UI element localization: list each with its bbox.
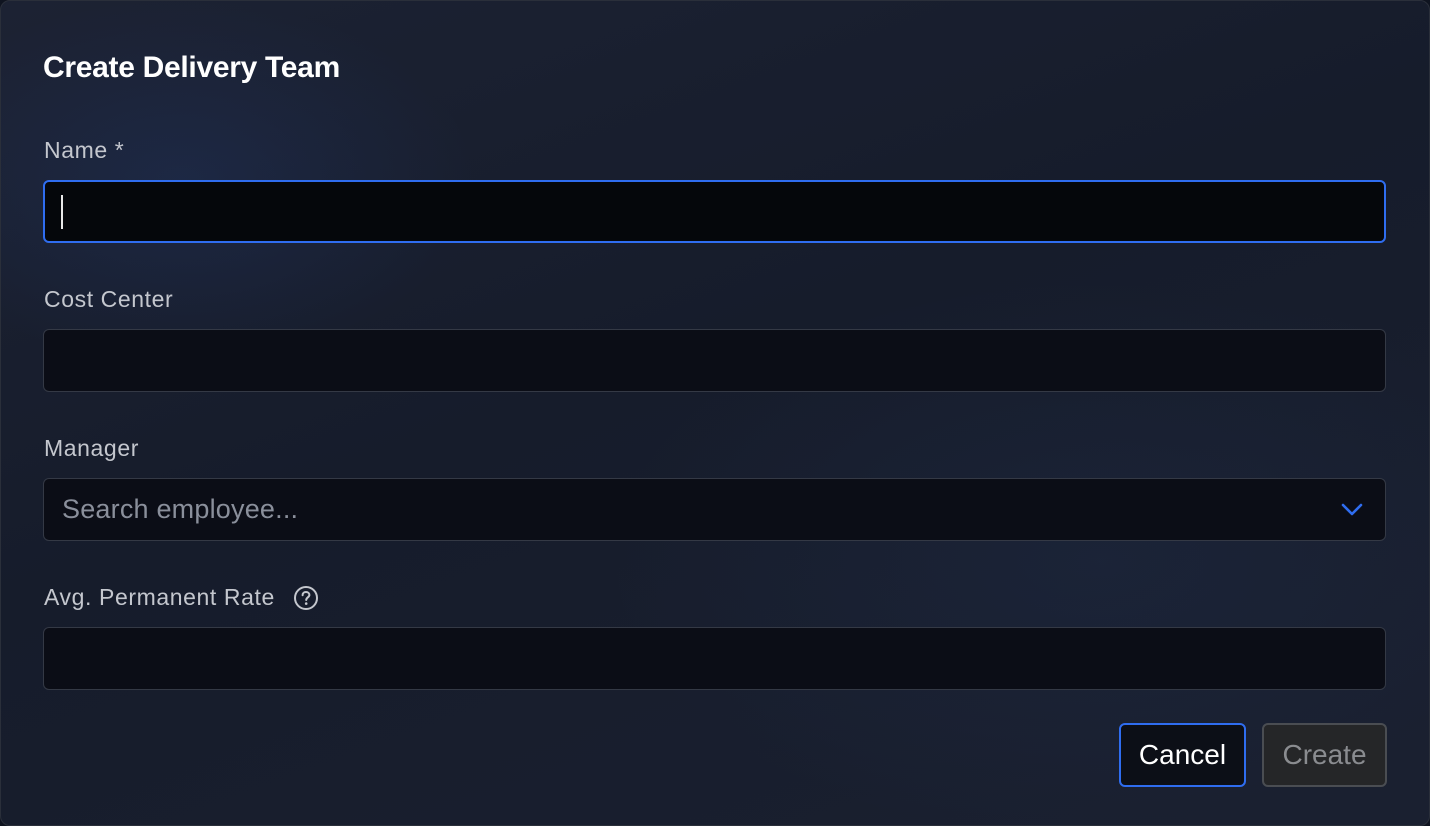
avg-permanent-rate-input[interactable]	[43, 627, 1386, 690]
cost-center-label: Cost Center	[44, 286, 174, 312]
create-button[interactable]: Create	[1262, 723, 1387, 787]
create-delivery-team-dialog: Create Delivery Team Name * Cost Center …	[0, 0, 1430, 826]
avg-permanent-rate-label: Avg. Permanent Rate	[44, 584, 275, 610]
name-input[interactable]	[43, 180, 1386, 243]
dialog-title: Create Delivery Team	[43, 51, 340, 84]
cost-center-input[interactable]	[43, 329, 1386, 392]
chevron-down-icon[interactable]	[1340, 498, 1364, 522]
text-caret	[61, 195, 63, 229]
manager-label: Manager	[44, 435, 139, 461]
help-circle-icon[interactable]	[293, 585, 319, 611]
manager-select[interactable]: Search employee...	[43, 478, 1386, 541]
avg-permanent-rate-label-row: Avg. Permanent Rate	[44, 584, 319, 611]
name-label: Name *	[44, 137, 125, 163]
cancel-button[interactable]: Cancel	[1119, 723, 1246, 787]
manager-placeholder: Search employee...	[62, 494, 299, 524]
